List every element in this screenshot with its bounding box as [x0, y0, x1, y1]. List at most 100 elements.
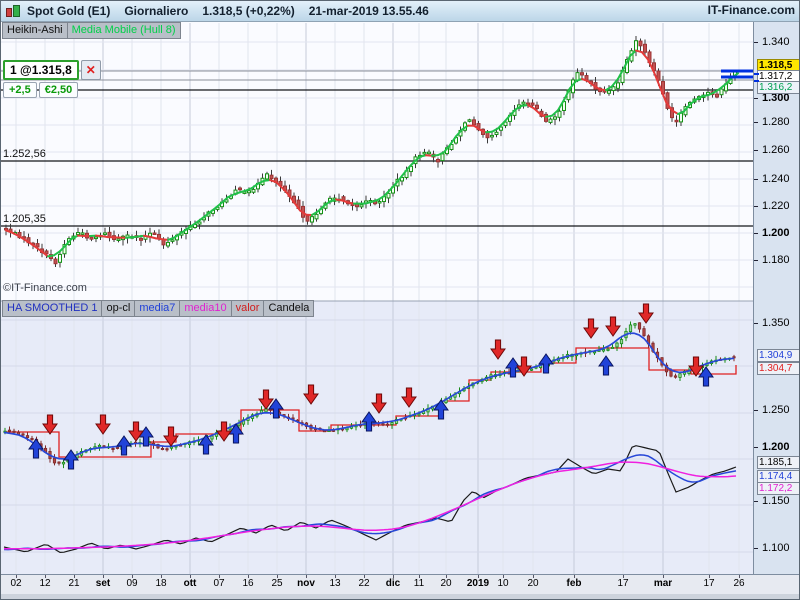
axis-date-label: 09 — [126, 578, 138, 589]
axis-date-label: 22 — [358, 578, 370, 589]
axis-date-label: 10 — [497, 578, 509, 589]
axis-date-label: mar — [653, 578, 673, 589]
axis-value-box-black: 1.185,1 — [757, 456, 799, 469]
axis-tick — [161, 575, 162, 578]
axis-price-label: 1.240 — [762, 173, 790, 185]
axis-tick — [478, 575, 479, 578]
axis-date-label: 02 — [10, 578, 22, 589]
axis-tick — [754, 323, 758, 324]
axis-tick — [132, 575, 133, 578]
axis-tick — [754, 179, 758, 180]
candlestick-icon — [5, 4, 21, 18]
axis-tick — [663, 575, 664, 578]
axis-value-box-blue: 1.304,9 — [757, 349, 799, 362]
timeframe-label: Giornaliero — [124, 4, 189, 18]
axis-price-label: 1.260 — [762, 144, 790, 156]
axis-tick — [219, 575, 220, 578]
axis-tick — [709, 575, 710, 578]
axis-date-label: 26 — [733, 578, 745, 589]
axis-tick — [277, 575, 278, 578]
axis-date-label: 11 — [413, 578, 425, 589]
axis-tick — [446, 575, 447, 578]
chart-window: Spot Gold (E1) Giornaliero 1.318,5 (+0,2… — [0, 0, 800, 600]
axis-value-box-red: 1.304,7 — [757, 362, 799, 375]
axis-date-label: 17 — [703, 578, 715, 589]
title-bar: Spot Gold (E1) Giornaliero 1.318,5 (+0,2… — [1, 1, 799, 22]
axis-price-label: 1.340 — [762, 36, 790, 48]
close-position-button[interactable]: ✕ — [80, 60, 101, 80]
axis-tick — [754, 122, 758, 123]
axis-tick — [503, 575, 504, 578]
axis-tick — [754, 548, 758, 549]
indicator-tabs: Heikin-Ashi Media Mobile (Hull 8) — [2, 22, 181, 39]
axis-tick — [754, 260, 758, 261]
price-chart-canvas[interactable] — [1, 23, 753, 574]
axis-tick — [754, 42, 758, 43]
axis-price-label: 1.200 — [762, 227, 790, 239]
axis-tick — [364, 575, 365, 578]
axis-date-label: 13 — [329, 578, 341, 589]
axis-tick — [74, 575, 75, 578]
tab-heikin-ashi[interactable]: Heikin-Ashi — [2, 22, 68, 39]
axis-tick — [754, 206, 758, 207]
lower-tab-op-cl[interactable]: op-cl — [102, 300, 136, 317]
axis-tick — [623, 575, 624, 578]
axis-date-label: feb — [566, 578, 582, 589]
axis-tick — [739, 575, 740, 578]
lower-tab-candela[interactable]: Candela — [264, 300, 315, 317]
upper-panel[interactable] — [1, 23, 753, 301]
axis-date-label: 07 — [213, 578, 225, 589]
lower-tab-ha-smoothed-1[interactable]: HA SMOOTHED 1 — [2, 300, 103, 317]
axis-tick — [754, 447, 758, 448]
axis-tick — [754, 233, 758, 234]
position-pnl-points: +2,5 — [3, 82, 37, 98]
axis-date-label: 17 — [617, 578, 629, 589]
axis-date-label: 21 — [68, 578, 80, 589]
axis-price-label: 1.250 — [762, 404, 790, 416]
axis-value-box-magenta: 1.172,2 — [757, 482, 799, 495]
axis-price-label: 1.100 — [762, 542, 790, 554]
axis-date-label: dic — [385, 578, 401, 589]
axis-tick — [335, 575, 336, 578]
axis-date-label: 20 — [440, 578, 452, 589]
lower-indicator-tabs: HA SMOOTHED 1 op-cl media7 media10 valor Cand… — [2, 300, 315, 317]
last-update-datetime: 21-mar-2019 13.55.46 — [308, 4, 429, 18]
axis-tick — [393, 575, 394, 578]
axis-price-label: 1.220 — [762, 200, 790, 212]
axis-tick — [533, 575, 534, 578]
position-pnl-cash: €2,50 — [38, 82, 79, 98]
position-price-marker — [754, 73, 759, 82]
price-axis[interactable]: 1.340 1.300 1.280 1.260 1.240 1.220 1.200 1.180… — [753, 22, 799, 593]
axis-date-label: 25 — [271, 578, 283, 589]
axis-price-label: 1.180 — [762, 254, 790, 266]
axis-date-label: 20 — [527, 578, 539, 589]
axis-date-label: 16 — [242, 578, 254, 589]
axis-tick — [754, 150, 758, 151]
open-position-badge: 1 @1.315,8 ✕ +2,5 €2,50 — [3, 60, 101, 98]
axis-tick — [190, 575, 191, 578]
axis-date-label: ott — [183, 578, 197, 589]
lower-tab-media10[interactable]: media10 — [180, 300, 232, 317]
axis-tick — [45, 575, 46, 578]
position-entry-label: 1 @1.315,8 — [3, 60, 79, 80]
axis-tick — [754, 410, 758, 411]
axis-tick — [16, 575, 17, 578]
axis-date-label: 18 — [155, 578, 167, 589]
axis-tick — [103, 575, 104, 578]
axis-date-label: 2019 — [466, 578, 490, 589]
bottom-scroll-strip[interactable] — [1, 593, 799, 599]
lower-tab-media7[interactable]: media7 — [135, 300, 181, 317]
last-price-change: 1.318,5 (+0,22%) — [202, 4, 295, 18]
axis-tick — [574, 575, 575, 578]
lower-tab-valor[interactable]: valor — [231, 300, 265, 317]
axis-price-label: 1.200 — [762, 441, 790, 453]
support-level-label-1: 1.252,56 — [3, 148, 46, 160]
axis-date-label: nov — [297, 578, 315, 589]
axis-date-label: set — [95, 578, 111, 589]
date-axis[interactable]: 02 12 21 set 09 18 ott 07 16 25 nov 13 22 dic 11 20 2019… — [1, 574, 799, 594]
axis-value-box-green: 1.316,2 — [757, 81, 799, 94]
axis-date-label: 12 — [39, 578, 51, 589]
axis-tick — [754, 98, 758, 99]
tab-media-mobile-hull[interactable]: Media Mobile (Hull 8) — [67, 22, 181, 39]
axis-tick — [754, 501, 758, 502]
